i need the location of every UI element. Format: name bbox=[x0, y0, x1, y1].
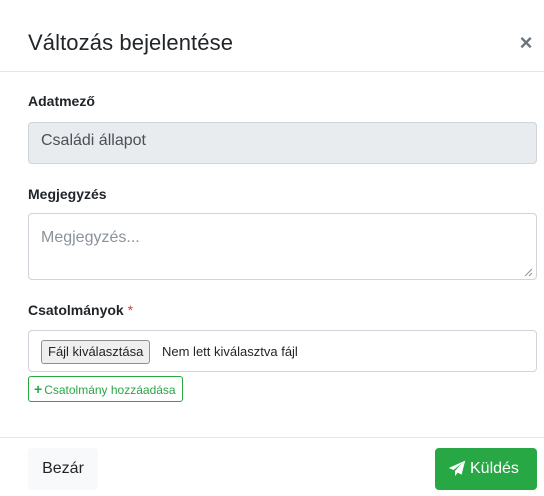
send-label: Küldés bbox=[470, 460, 519, 477]
megjegyzes-label: Megjegyzés bbox=[28, 186, 107, 202]
paper-plane-icon bbox=[448, 460, 466, 476]
adatmezo-label: Adatmező bbox=[28, 93, 95, 109]
csatolmanyok-label-text: Csatolmányok bbox=[28, 302, 124, 318]
close-button[interactable]: Bezár bbox=[28, 448, 98, 490]
resize-grip-icon[interactable] bbox=[524, 268, 533, 277]
adatmezo-field: Családi állapot bbox=[28, 122, 537, 164]
file-input[interactable]: Fájl kiválasztása Nem lett kiválasztva f… bbox=[28, 330, 537, 372]
plus-icon: + bbox=[34, 381, 43, 397]
add-attachment-label: Csatolmány hozzáadása bbox=[44, 383, 176, 397]
file-status-text: Nem lett kiválasztva fájl bbox=[162, 344, 298, 359]
required-marker: * bbox=[127, 302, 134, 318]
modal-header: Változás bejelentése × bbox=[0, 0, 544, 72]
report-change-modal: Változás bejelentése × Adatmező Családi … bbox=[0, 0, 544, 496]
close-icon[interactable]: × bbox=[515, 32, 537, 54]
megjegyzes-textarea[interactable] bbox=[28, 213, 537, 280]
modal-title: Változás bejelentése bbox=[28, 30, 234, 55]
choose-file-button[interactable]: Fájl kiválasztása bbox=[41, 340, 151, 364]
send-button[interactable]: Küldés bbox=[435, 448, 537, 490]
csatolmanyok-label: Csatolmányok * bbox=[28, 302, 133, 318]
add-attachment-button[interactable]: + Csatolmány hozzáadása bbox=[28, 376, 183, 402]
